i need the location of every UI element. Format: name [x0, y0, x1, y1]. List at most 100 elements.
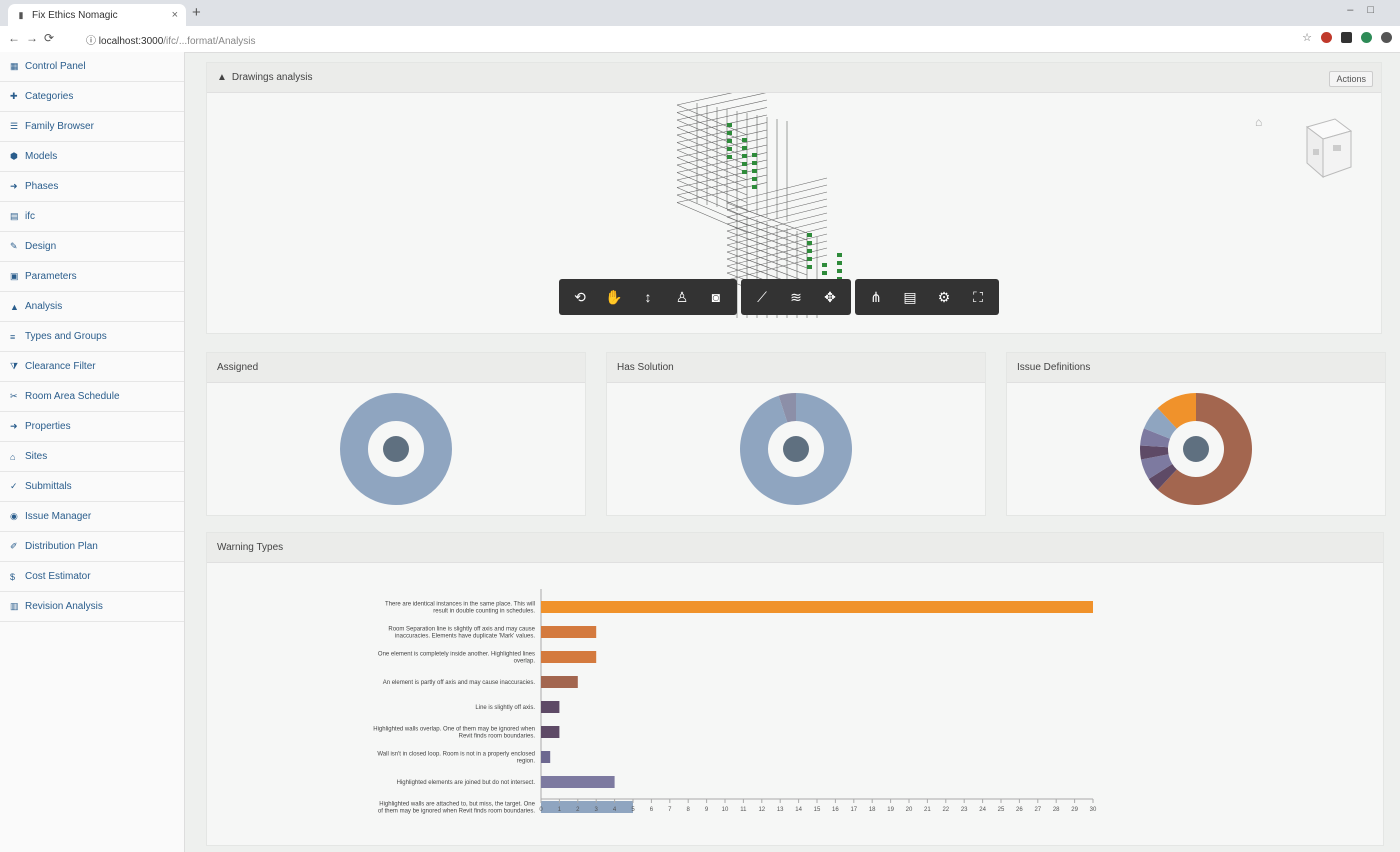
- bar-category-label: One element is completely inside another…: [378, 652, 535, 665]
- zoom-icon[interactable]: ↕: [631, 279, 665, 315]
- donut-chart-svg[interactable]: [607, 383, 985, 515]
- bar[interactable]: [541, 751, 551, 763]
- donut-center: [1183, 436, 1209, 462]
- donut-panel-header: Has Solution: [607, 353, 985, 383]
- model-element: [742, 170, 747, 174]
- address-bar: ←→⟳ ⓘ localhost:3000/ifc/...format/Analy…: [0, 26, 1400, 53]
- view-cube-icon[interactable]: [1295, 115, 1355, 185]
- measure-icon[interactable]: ⟋: [745, 279, 779, 315]
- model-element: [752, 153, 757, 157]
- actions-button[interactable]: Actions: [1329, 71, 1373, 87]
- sidebar-item[interactable]: ➜ Phases: [0, 172, 184, 202]
- sidebar-item[interactable]: ✚ Categories: [0, 82, 184, 112]
- donut-chart-svg[interactable]: [1007, 383, 1385, 515]
- donut-center: [783, 436, 809, 462]
- orbit-icon[interactable]: ⟲: [563, 279, 597, 315]
- donut-chart[interactable]: [607, 383, 985, 515]
- model-element: [752, 169, 757, 173]
- camera-icon[interactable]: ◙: [699, 279, 733, 315]
- window-controls[interactable]: –□: [1347, 4, 1388, 16]
- sidebar-item[interactable]: ✐ Distribution Plan: [0, 532, 184, 562]
- chart-icon: ▲: [10, 301, 19, 312]
- sidebar-item[interactable]: ⌂ Sites: [0, 442, 184, 472]
- sidebar-item[interactable]: ⬢ Models: [0, 142, 184, 172]
- x-tick-label: 14: [795, 807, 802, 813]
- x-tick-label: 17: [850, 807, 857, 813]
- sidebar-item-label: Phases: [25, 181, 59, 192]
- donut-chart[interactable]: [1007, 383, 1385, 515]
- donut-panel-header: Assigned: [207, 353, 585, 383]
- sidebar-item[interactable]: ▥ Revision Analysis: [0, 592, 184, 622]
- sidebar-item[interactable]: ✎ Design: [0, 232, 184, 262]
- edit-icon: ✐: [10, 541, 18, 551]
- model-tree-icon[interactable]: ⋔: [859, 279, 893, 315]
- sidebar-item[interactable]: ☰ Family Browser: [0, 112, 184, 142]
- sidebar-item[interactable]: ▣ Parameters: [0, 262, 184, 292]
- x-tick-label: 22: [942, 807, 949, 813]
- bar[interactable]: [541, 601, 1093, 613]
- model-edge: [676, 187, 748, 218]
- sidebar-item[interactable]: ≡ Types and Groups: [0, 322, 184, 352]
- close-tab-icon[interactable]: ×: [172, 9, 178, 21]
- section-icon[interactable]: ≋: [779, 279, 813, 315]
- bar[interactable]: [541, 726, 560, 738]
- sidebar-item[interactable]: ▦ Control Panel: [0, 52, 184, 82]
- browser-tab[interactable]: ▮ Fix Ethics Nomagic ×: [8, 4, 186, 26]
- x-tick-label: 23: [961, 807, 968, 813]
- sidebar-item[interactable]: $ Cost Estimator: [0, 562, 184, 592]
- bar[interactable]: [541, 701, 560, 713]
- bar-category-label: Highlighted walls overlap. One of them m…: [373, 727, 535, 740]
- extension-icon[interactable]: [1321, 32, 1332, 43]
- dashboard-icon: ▦: [10, 61, 19, 71]
- model-element: [822, 263, 827, 267]
- sidebar-item[interactable]: ◉ Issue Manager: [0, 502, 184, 532]
- fullscreen-icon[interactable]: ⛶: [961, 279, 995, 315]
- bar-category-label: Highlighted walls are attached to, but m…: [378, 802, 536, 815]
- walk-icon[interactable]: ♙: [665, 279, 699, 315]
- home-view-icon[interactable]: ⌂: [1255, 115, 1262, 129]
- x-tick-label: 5: [631, 807, 635, 813]
- model-element: [837, 269, 842, 273]
- page-favicon-icon: ▮: [18, 9, 24, 20]
- bar[interactable]: [541, 776, 615, 788]
- sidebar-item[interactable]: ▤ ifc: [0, 202, 184, 232]
- bar[interactable]: [541, 676, 578, 688]
- properties-icon[interactable]: ▤: [893, 279, 927, 315]
- warning-types-chart[interactable]: There are identical instances in the sam…: [207, 563, 1383, 845]
- donut-chart[interactable]: [207, 383, 585, 515]
- pan-icon[interactable]: ✋: [597, 279, 631, 315]
- url-path: /ifc/...format/Analysis: [163, 36, 256, 47]
- model-element: [807, 241, 812, 245]
- viewer-panel-header: ▲ Drawings analysis: [207, 63, 1381, 93]
- browser-tab-title: Fix Ethics Nomagic: [32, 9, 118, 21]
- extension-icon[interactable]: [1361, 32, 1372, 43]
- toolbar-group: ⋔ ▤ ⚙ ⛶: [855, 279, 999, 315]
- explode-icon[interactable]: ✥: [813, 279, 847, 315]
- bar[interactable]: [541, 801, 633, 813]
- sidebar-item[interactable]: ▲ Analysis: [0, 292, 184, 322]
- profile-avatar-icon[interactable]: [1381, 32, 1392, 43]
- x-tick-label: 28: [1053, 807, 1060, 813]
- model-element: [752, 161, 757, 165]
- nav-buttons[interactable]: ←→⟳: [8, 31, 60, 45]
- bar[interactable]: [541, 626, 597, 638]
- warning-types-header: Warning Types: [207, 533, 1383, 563]
- sidebar-item[interactable]: ✓ Submittals: [0, 472, 184, 502]
- viewer-toolbar: ⟲ ✋ ↕ ♙ ◙ ⟋ ≋ ✥ ⋔ ▤ ⚙ ⛶: [559, 279, 999, 315]
- star-icon[interactable]: ☆: [1302, 31, 1312, 44]
- tag-icon: ✚: [10, 91, 18, 101]
- sidebar-item[interactable]: ➜ Properties: [0, 412, 184, 442]
- bar[interactable]: [541, 651, 597, 663]
- toolbar-group: ⟋ ≋ ✥: [741, 279, 851, 315]
- sidebar-item[interactable]: ⧩ Clearance Filter: [0, 352, 184, 382]
- model-element: [837, 253, 842, 257]
- sidebar-item[interactable]: ✂ Room Area Schedule: [0, 382, 184, 412]
- model-element: [807, 233, 812, 237]
- model-viewer-canvas[interactable]: ⌂ ⟲ ✋ ↕ ♙ ◙ ⟋ ≋ ✥ ⋔ ▤ ⚙ ⛶: [207, 93, 1381, 333]
- url-field[interactable]: ⓘ localhost:3000/ifc/...format/Analysis: [86, 32, 256, 47]
- x-tick-label: 11: [740, 807, 747, 813]
- donut-chart-svg[interactable]: [207, 383, 585, 515]
- settings-icon[interactable]: ⚙: [927, 279, 961, 315]
- new-tab-icon[interactable]: +: [192, 4, 201, 21]
- extension-icon[interactable]: [1341, 32, 1352, 43]
